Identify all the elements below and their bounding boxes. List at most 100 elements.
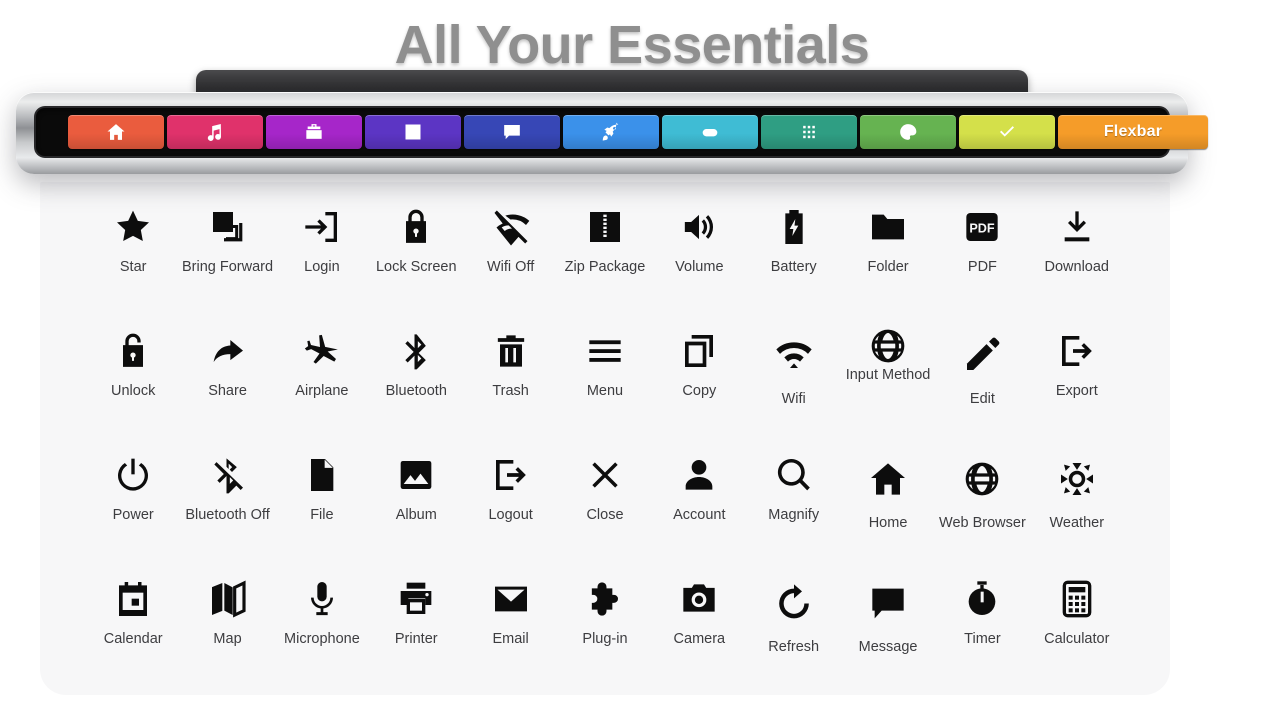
icon-label: Zip Package: [564, 259, 646, 275]
icon-item-home[interactable]: Home: [841, 444, 935, 532]
flexbar-key-game-controller[interactable]: [662, 115, 758, 149]
icon-item-close[interactable]: Close: [558, 444, 652, 524]
export-icon: [1057, 320, 1097, 382]
icon-item-timer[interactable]: Timer: [935, 568, 1029, 648]
icon-item-file[interactable]: File: [275, 444, 369, 524]
icon-item-folder[interactable]: Folder: [841, 196, 935, 276]
icon-label: File: [310, 507, 334, 523]
icon-label: Map: [213, 631, 242, 647]
grid-apps-icon: [799, 122, 819, 142]
flexbar-key-rocket[interactable]: [563, 115, 659, 149]
icon-item-share[interactable]: Share: [180, 320, 274, 400]
icon-label: Calculator: [1044, 631, 1110, 647]
icon-label: Web Browser: [939, 515, 1026, 531]
icon-label: Volume: [675, 259, 724, 275]
icon-label: Power: [112, 507, 154, 523]
icon-item-volume[interactable]: Volume: [652, 196, 746, 276]
icon-item-magnify[interactable]: Magnify: [747, 444, 841, 524]
flexbar-key-chart[interactable]: [365, 115, 461, 149]
icon-item-pdf[interactable]: PDF PDF: [935, 196, 1029, 276]
flexbar-key-photo-message[interactable]: [464, 115, 560, 149]
icon-label: Album: [395, 507, 437, 523]
icon-item-power[interactable]: Power: [86, 444, 180, 524]
icon-item-calculator[interactable]: Calculator: [1030, 568, 1124, 648]
photo-message-icon: [502, 122, 522, 142]
icon-label: Weather: [1049, 515, 1105, 531]
wifi-off-icon: [491, 196, 531, 258]
map-icon: [208, 568, 248, 630]
icon-item-message[interactable]: Message: [841, 568, 935, 656]
check-icon: [997, 122, 1017, 142]
icon-label: Account: [673, 507, 726, 523]
calculator-icon: [1057, 568, 1097, 630]
icon-label: Logout: [488, 507, 533, 523]
file-icon: [302, 444, 342, 506]
lock-screen-icon: [396, 196, 436, 258]
icon-item-camera[interactable]: Camera: [652, 568, 746, 648]
toolbox-icon: [304, 122, 324, 142]
icon-item-edit[interactable]: Edit: [935, 320, 1029, 408]
icon-label: Plug-in: [582, 631, 628, 647]
star-icon: [113, 196, 153, 258]
flexbar-key-music-note[interactable]: [167, 115, 263, 149]
svg-text:PDF: PDF: [970, 222, 996, 236]
flexbar-key-flexbar[interactable]: Flexbar: [1058, 115, 1208, 149]
plugin-icon: [585, 568, 625, 630]
icon-item-bring-forward[interactable]: Bring Forward: [180, 196, 274, 276]
icon-item-bluetooth[interactable]: Bluetooth: [369, 320, 463, 400]
email-icon: [491, 568, 531, 630]
icon-item-wifi-off[interactable]: Wifi Off: [463, 196, 557, 276]
icon-item-logout[interactable]: Logout: [463, 444, 557, 524]
icon-item-unlock[interactable]: Unlock: [86, 320, 180, 400]
icon-item-menu[interactable]: Menu: [558, 320, 652, 400]
icon-item-refresh[interactable]: Refresh: [747, 568, 841, 656]
icon-item-star[interactable]: Star: [86, 196, 180, 276]
icon-item-album[interactable]: Album: [369, 444, 463, 524]
icon-label: Bring Forward: [182, 259, 274, 275]
icon-label: Share: [208, 383, 247, 399]
icon-row: Unlock Share Airplane Bluetooth Trash Menu Cop…: [40, 320, 1170, 444]
input-method-icon: [868, 320, 908, 372]
icon-item-input-method[interactable]: Input Method: [841, 320, 935, 384]
icon-item-export[interactable]: Export: [1030, 320, 1124, 400]
flexbar-key-label: Flexbar: [1103, 123, 1163, 140]
icon-item-battery[interactable]: Battery: [747, 196, 841, 276]
icon-label: Bluetooth Off: [185, 507, 270, 523]
icon-label: Bluetooth: [385, 383, 447, 399]
timer-icon: [962, 568, 1002, 630]
icon-item-email[interactable]: Email: [463, 568, 557, 648]
weather-icon: [1057, 444, 1097, 514]
pdf-icon: PDF: [962, 196, 1002, 258]
flexbar-key-toolbox[interactable]: [266, 115, 362, 149]
flexbar-key-grid-apps[interactable]: [761, 115, 857, 149]
icon-item-airplane[interactable]: Airplane: [275, 320, 369, 400]
battery-icon: [774, 196, 814, 258]
icon-item-zip-package[interactable]: Zip Package: [558, 196, 652, 276]
zip-package-icon: [585, 196, 625, 258]
icon-item-microphone[interactable]: Microphone: [275, 568, 369, 648]
icon-item-copy[interactable]: Copy: [652, 320, 746, 400]
icon-item-lock-screen[interactable]: Lock Screen: [369, 196, 463, 276]
icon-item-map[interactable]: Map: [180, 568, 274, 648]
trash-icon: [491, 320, 531, 382]
icon-label: Lock Screen: [375, 259, 457, 275]
icon-item-bluetooth-off[interactable]: Bluetooth Off: [180, 444, 274, 524]
icon-label: Email: [492, 631, 529, 647]
wifi-icon: [774, 320, 814, 390]
icon-label: Battery: [770, 259, 817, 275]
icon-item-login[interactable]: Login: [275, 196, 369, 276]
icon-item-calendar[interactable]: Calendar: [86, 568, 180, 648]
icon-item-web-browser[interactable]: Web Browser: [935, 444, 1029, 532]
icon-item-download[interactable]: Download: [1030, 196, 1124, 276]
icon-item-wifi[interactable]: Wifi: [747, 320, 841, 408]
flexbar-key-home[interactable]: [68, 115, 164, 149]
icon-item-printer[interactable]: Printer: [369, 568, 463, 648]
bring-forward-icon: [208, 196, 248, 258]
flexbar-key-check[interactable]: [959, 115, 1055, 149]
icon-item-account[interactable]: Account: [652, 444, 746, 524]
flexbar-key-palette[interactable]: [860, 115, 956, 149]
icon-item-plug-in[interactable]: Plug-in: [558, 568, 652, 648]
icon-label: Home: [868, 515, 908, 531]
icon-item-trash[interactable]: Trash: [463, 320, 557, 400]
icon-item-weather[interactable]: Weather: [1030, 444, 1124, 532]
